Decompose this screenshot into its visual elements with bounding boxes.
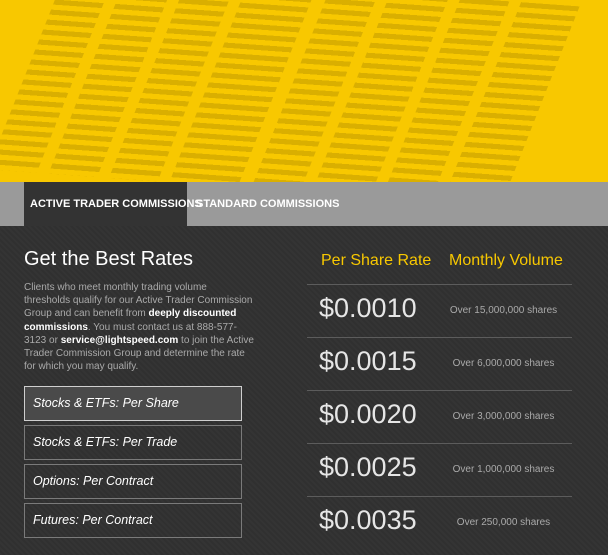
table-row: $0.0025 Over 1,000,000 shares: [307, 443, 572, 496]
section-heading: Get the Best Rates: [24, 248, 193, 270]
option-options-per-contract[interactable]: Options: Per Contract: [24, 464, 242, 499]
commission-tabs: ACTIVE TRADER COMMISSIONS STANDARD COMMI…: [0, 182, 608, 226]
table-row: $0.0015 Over 6,000,000 shares: [307, 337, 572, 390]
volume-value: Over 3,000,000 shares: [452, 411, 555, 422]
tab-active-trader-commissions[interactable]: ACTIVE TRADER COMMISSIONS: [24, 182, 202, 226]
option-stocks-per-trade[interactable]: Stocks & ETFs: Per Trade: [24, 425, 242, 460]
stock-board-image: [0, 0, 608, 182]
rates-description: Clients who meet monthly trading volume …: [24, 282, 254, 373]
volume-value: Over 250,000 shares: [456, 517, 551, 528]
rate-value: $0.0025: [319, 452, 417, 482]
tab-standard-commissions[interactable]: STANDARD COMMISSIONS: [190, 182, 345, 226]
commissions-panel: Get the Best Rates Clients who meet mont…: [0, 226, 608, 555]
table-row: $0.0010 Over 15,000,000 shares: [307, 284, 572, 337]
hero-banner: [0, 0, 608, 182]
rate-value: $0.0035: [319, 505, 417, 535]
rate-value: $0.0015: [319, 346, 417, 376]
volume-value: Over 15,000,000 shares: [449, 305, 558, 316]
table-row: $0.0020 Over 3,000,000 shares: [307, 390, 572, 443]
volume-value: Over 1,000,000 shares: [452, 464, 555, 475]
rate-value: $0.0010: [319, 293, 417, 323]
contact-email-link[interactable]: service@lightspeed.com: [61, 335, 179, 346]
header-monthly-volume: Monthly Volume: [449, 252, 563, 269]
header-per-share-rate: Per Share Rate: [321, 252, 432, 269]
option-stocks-per-share[interactable]: Stocks & ETFs: Per Share: [24, 386, 242, 421]
table-row: $0.0035 Over 250,000 shares: [307, 496, 572, 549]
rate-value: $0.0020: [319, 399, 417, 429]
option-futures-per-contract[interactable]: Futures: Per Contract: [24, 503, 242, 538]
volume-value: Over 6,000,000 shares: [452, 358, 555, 369]
